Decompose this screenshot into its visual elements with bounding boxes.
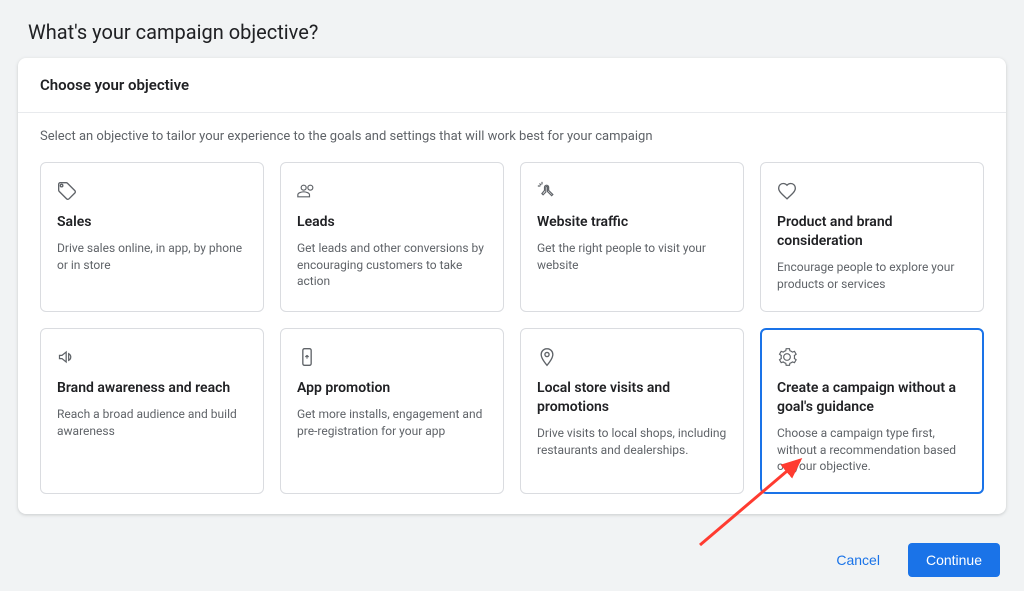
page-title: What's your campaign objective? [0, 0, 1024, 58]
objective-title: Sales [57, 213, 247, 232]
objective-desc: Get the right people to visit your websi… [537, 240, 727, 274]
objective-sales[interactable]: Sales Drive sales online, in app, by pho… [40, 162, 264, 312]
continue-button[interactable]: Continue [908, 543, 1000, 577]
objective-title: App promotion [297, 379, 487, 398]
objective-title: Website traffic [537, 213, 727, 232]
objective-website-traffic[interactable]: Website traffic Get the right people to … [520, 162, 744, 312]
gear-icon [777, 345, 967, 369]
objective-desc: Get more installs, engagement and pre-re… [297, 406, 487, 440]
objective-title: Leads [297, 213, 487, 232]
objective-no-goal[interactable]: Create a campaign without a goal's guida… [760, 328, 984, 494]
objectives-grid: Sales Drive sales online, in app, by pho… [18, 154, 1006, 502]
objective-desc: Get leads and other conversions by encou… [297, 240, 487, 290]
card-header: Choose your objective [18, 58, 1006, 100]
objective-desc: Drive sales online, in app, by phone or … [57, 240, 247, 274]
objective-desc: Encourage people to explore your product… [777, 259, 967, 293]
click-icon [537, 179, 727, 203]
heart-icon [777, 179, 967, 203]
phone-icon [297, 345, 487, 369]
leads-icon [297, 179, 487, 203]
objective-title: Local store visits and promotions [537, 379, 727, 417]
objective-leads[interactable]: Leads Get leads and other conversions by… [280, 162, 504, 312]
objective-desc: Reach a broad audience and build awarene… [57, 406, 247, 440]
objective-title: Product and brand consideration [777, 213, 967, 251]
objective-title: Create a campaign without a goal's guida… [777, 379, 967, 417]
objective-desc: Drive visits to local shops, including r… [537, 425, 727, 459]
objective-app-promotion[interactable]: App promotion Get more installs, engagem… [280, 328, 504, 494]
tag-icon [57, 179, 247, 203]
objective-desc: Choose a campaign type first, without a … [777, 425, 967, 475]
objective-brand-awareness[interactable]: Brand awareness and reach Reach a broad … [40, 328, 264, 494]
cancel-button[interactable]: Cancel [822, 544, 894, 576]
objective-title: Brand awareness and reach [57, 379, 247, 398]
footer-actions: Cancel Continue [822, 543, 1000, 577]
card-subtitle: Select an objective to tailor your exper… [18, 113, 1006, 154]
objective-local-store[interactable]: Local store visits and promotions Drive … [520, 328, 744, 494]
objective-card-panel: Choose your objective Select an objectiv… [18, 58, 1006, 514]
objective-product-brand[interactable]: Product and brand consideration Encourag… [760, 162, 984, 312]
pin-icon [537, 345, 727, 369]
megaphone-icon [57, 345, 247, 369]
